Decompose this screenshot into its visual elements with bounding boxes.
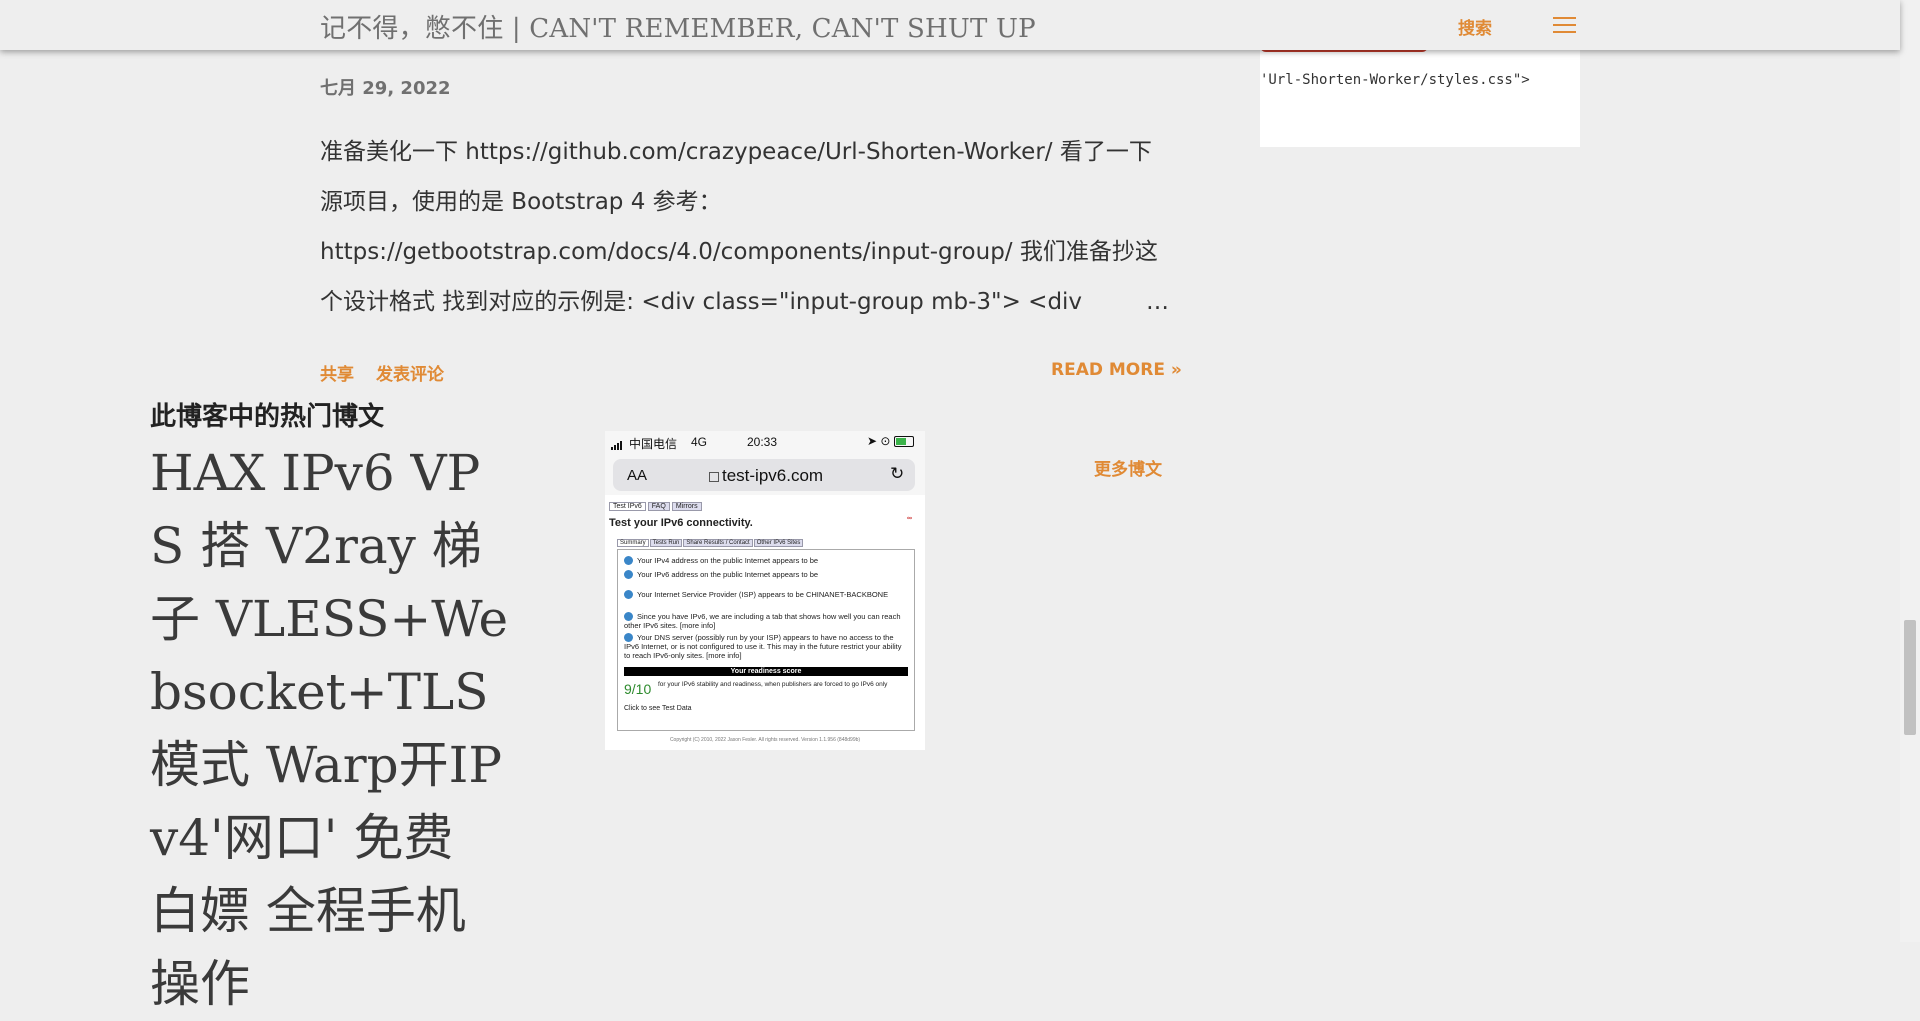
page-footer: Copyright (C) 2010, 2022 Jason Fesler. A…: [669, 737, 861, 743]
result-tabs: Summary Tests Run Share Results / Contact O…: [617, 539, 804, 547]
status-time: 20:33: [747, 435, 778, 449]
share-button[interactable]: 共享: [320, 360, 354, 385]
snippet-line-last: 个设计格式 找到对应的示例是: <div class="input-group …: [320, 277, 1169, 327]
info-icon: [624, 590, 633, 599]
result-row: Your Internet Service Provider (ISP) app…: [624, 590, 904, 599]
carrier-label: 中国电信: [629, 437, 678, 451]
info-icon: [624, 556, 633, 565]
hamburger-menu-icon[interactable]: [1553, 17, 1576, 33]
page-tab: Mirrors: [671, 502, 702, 511]
snippet-line: 源项目，使用的是 Bootstrap 4 参考：: [320, 189, 722, 215]
popular-post-thumbnail[interactable]: 中国电信 4G 20:33 ➤ ⊙ AA test-ipv6.com ↻ Tes…: [605, 431, 925, 750]
reload-icon: ↻: [890, 464, 905, 483]
blog-title[interactable]: 记不得，憋不住 | CAN'T REMEMBER, CAN'T SHUT UP: [320, 8, 1036, 45]
readiness-score: 9/10: [624, 681, 652, 697]
info-icon: [624, 612, 633, 621]
url-text: test-ipv6.com: [722, 466, 824, 485]
popular-post-title[interactable]: HAX IPv6 VPS 搭 V2ray 梯子 VLESS+Websocket+…: [150, 437, 510, 1021]
results-box: Your IPv4 address on the public Internet…: [617, 549, 915, 731]
post-snippet: 准备美化一下 https://github.com/crazypeace/Url…: [320, 127, 1169, 327]
result-row: Since you have IPv6, we are including a …: [624, 612, 901, 630]
comment-button[interactable]: 发表评论: [376, 360, 444, 385]
page-tabs: Test IPv6 FAQ Mirrors: [609, 501, 704, 511]
readiness-text: for your IPv6 stability and readiness, w…: [658, 681, 888, 688]
info-icon: [624, 570, 633, 579]
result-tab: Other IPv6 Sites: [753, 539, 804, 547]
page-tab: Test IPv6: [609, 502, 646, 511]
result-tab: Summary: [617, 539, 649, 547]
snippet-line: 个设计格式 找到对应的示例是: <div class="input-group …: [320, 289, 1083, 315]
snippet-line: https://getbootstrap.com/docs/4.0/compon…: [320, 239, 1158, 265]
battery-icon: [894, 436, 915, 448]
network-label: 4G: [691, 435, 708, 449]
signal-icon: [611, 436, 623, 450]
result-row: Your IPv6 address on the public Internet…: [624, 570, 904, 579]
info-icon: [624, 633, 633, 642]
address-bar: AA test-ipv6.com ↻: [613, 459, 915, 491]
result-row: Your DNS server (possibly run by your IS…: [624, 633, 902, 660]
text-size-label: AA: [627, 467, 648, 484]
result-tab: Share Results / Contact: [683, 539, 753, 547]
snippet-ellipsis: …: [1146, 289, 1169, 315]
sidebar-code-snippet: 'Url-Shorten-Worker/styles.css">: [1260, 72, 1530, 88]
readiness-heading: Your readiness score: [624, 667, 908, 676]
scrollbar-thumb[interactable]: [1904, 620, 1916, 735]
search-link[interactable]: 搜索: [1458, 14, 1492, 39]
result-tab: Tests Run: [649, 539, 683, 547]
vertical-scrollbar[interactable]: [1900, 0, 1920, 942]
more-posts-link[interactable]: 更多博文: [1094, 455, 1162, 480]
status-icons: ➤ ⊙: [867, 434, 915, 448]
snippet-line: 准备美化一下 https://github.com/crazypeace/Url…: [320, 139, 1152, 165]
page-tab: FAQ: [647, 502, 670, 511]
ipv6-logo-icon: ∞: [907, 515, 912, 522]
sidebar-widget: 'Url-Shorten-Worker/styles.css">: [1260, 48, 1580, 147]
result-row: Your IPv4 address on the public Internet…: [624, 556, 904, 565]
post-date[interactable]: 七月 29, 2022: [320, 74, 451, 100]
popular-posts-heading: 此博客中的热门博文: [150, 402, 385, 432]
test-data-link: Click to see Test Data: [624, 705, 692, 712]
lock-icon: [709, 471, 719, 482]
address-url: test-ipv6.com: [709, 466, 823, 486]
page-heading: Test your IPv6 connectivity.: [609, 517, 753, 529]
browser-toolbar: AA test-ipv6.com ↻: [605, 453, 925, 495]
blog-header: 记不得，憋不住 | CAN'T REMEMBER, CAN'T SHUT UP …: [0, 0, 1900, 50]
phone-status-bar: 中国电信 4G 20:33 ➤ ⊙: [605, 431, 925, 453]
read-more-link[interactable]: READ MORE »: [1051, 360, 1182, 380]
